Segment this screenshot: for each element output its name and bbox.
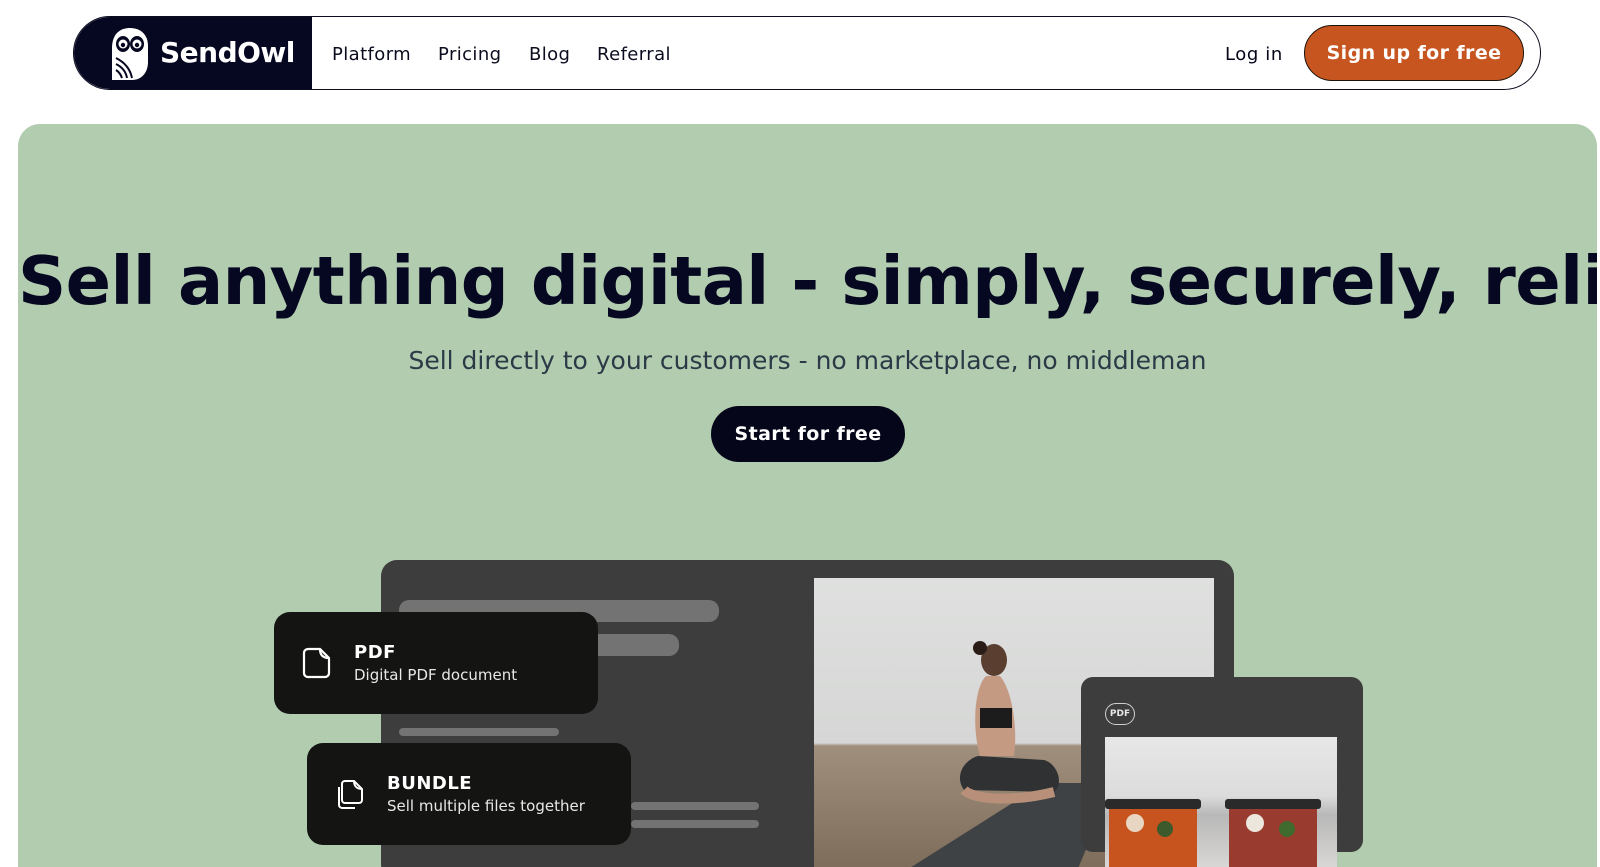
file-icon (302, 647, 331, 679)
food-jars-illustration (1105, 799, 1321, 867)
signup-button[interactable]: Sign up for free (1304, 25, 1524, 81)
brand-logo[interactable]: SendOwl (74, 17, 312, 89)
placeholder-bar (399, 728, 559, 736)
pdf-badge: PDF (1105, 703, 1135, 725)
bundle-card[interactable]: BUNDLE Sell multiple files together (307, 743, 631, 845)
hero-subheadline: Sell directly to your customers - no mar… (408, 346, 1207, 375)
tablet-mockup: PDF (1081, 677, 1363, 867)
stacked-files-icon (338, 780, 363, 809)
pdf-card[interactable]: PDF Digital PDF document (274, 612, 598, 714)
card-description: Digital PDF document (354, 666, 518, 684)
nav-link-pricing[interactable]: Pricing (438, 44, 501, 65)
nav-link-blog[interactable]: Blog (529, 44, 570, 65)
hero-headline: Sell anything digital - simply, securely… (18, 242, 1597, 320)
nav-link-referral[interactable]: Referral (597, 44, 671, 65)
placeholder-bar (631, 802, 759, 810)
card-title: BUNDLE (387, 773, 473, 794)
placeholder-bar (631, 820, 759, 828)
login-link[interactable]: Log in (1225, 44, 1283, 65)
owl-logo-icon (112, 28, 148, 80)
brand-name: SendOwl (160, 36, 295, 69)
card-title: PDF (354, 642, 396, 663)
food-jars-photo (1105, 737, 1337, 867)
card-description: Sell multiple files together (387, 797, 585, 815)
nav-link-platform[interactable]: Platform (332, 44, 411, 65)
start-for-free-button[interactable]: Start for free (711, 406, 905, 462)
top-navigation: SendOwl Platform Pricing Blog Referral L… (73, 16, 1541, 90)
hero-section: Sell anything digital - simply, securely… (18, 124, 1597, 867)
